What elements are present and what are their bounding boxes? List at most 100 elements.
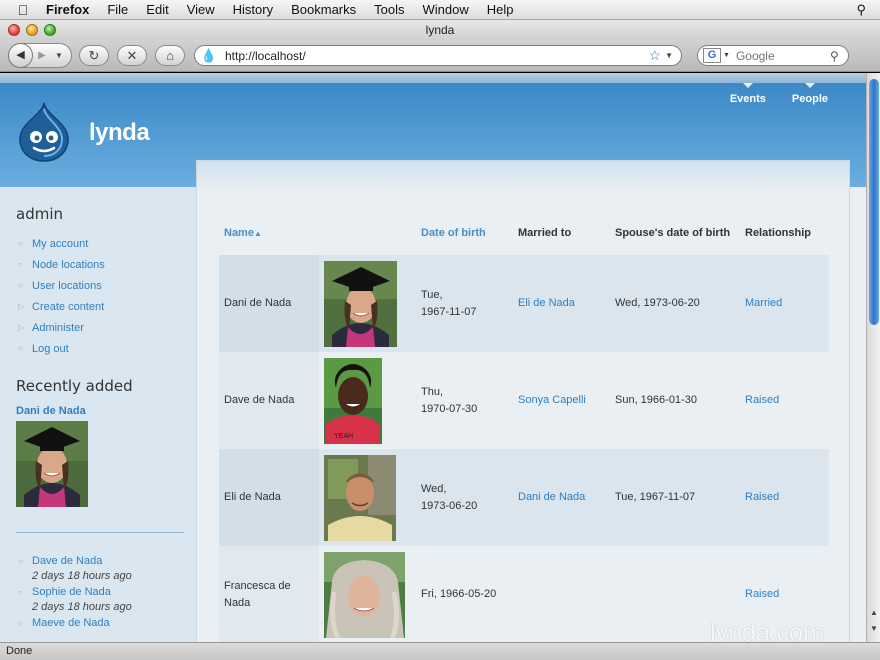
- nav-people[interactable]: People: [792, 83, 828, 105]
- spouse-link[interactable]: Sonya Capelli: [518, 394, 586, 406]
- panel-top-gradient: [197, 161, 849, 189]
- window-titlebar: lynda: [0, 20, 880, 40]
- col-header-name[interactable]: Name▲: [219, 211, 319, 255]
- nav-events[interactable]: Events: [730, 83, 766, 105]
- cell-relationship: Married: [740, 255, 829, 352]
- menu-edit[interactable]: Edit: [137, 2, 177, 17]
- spouse-link[interactable]: Dani de Nada: [518, 491, 585, 503]
- relationship-link[interactable]: Raised: [745, 588, 779, 600]
- menu-item-create-content: ▷ Create content: [18, 296, 196, 317]
- cell-spouse-dob: Wed, 1973-06-20: [615, 297, 700, 309]
- stop-button[interactable]: ✕: [117, 45, 147, 66]
- back-button[interactable]: ◀: [8, 43, 33, 68]
- menu-file[interactable]: File: [98, 2, 137, 17]
- recent-link-sophie[interactable]: Sophie de Nada: [32, 586, 111, 598]
- bullet-icon: ○: [18, 281, 23, 290]
- bookmark-star-icon[interactable]: ☆: [649, 47, 662, 64]
- scrollbar-thumb[interactable]: [869, 79, 879, 325]
- search-input[interactable]: [735, 48, 826, 63]
- url-bar[interactable]: 💧 ☆ ▼: [194, 45, 682, 66]
- bullet-icon: ○: [18, 557, 23, 566]
- table-row: Eli de Nada Wed, 1973-06-20 Dani de Nada…: [219, 449, 829, 546]
- bullet-icon: ○: [18, 619, 23, 628]
- search-bar[interactable]: G ▼ ⚲: [697, 45, 849, 66]
- page-viewport: lynda Events People admin ○ My account ○ N…: [0, 73, 866, 642]
- cell-dob: Wed, 1973-06-20: [416, 449, 513, 546]
- person-photo[interactable]: YEAH: [324, 357, 382, 444]
- user-block-title: admin: [16, 205, 63, 223]
- cell-married: Dani de Nada: [513, 449, 610, 546]
- recent-link-dave[interactable]: Dave de Nada: [32, 555, 102, 567]
- link-log-out[interactable]: Log out: [32, 343, 69, 355]
- google-engine-icon[interactable]: G: [703, 48, 721, 63]
- sidebar-divider: [16, 532, 184, 533]
- relationship-link[interactable]: Married: [745, 297, 782, 309]
- col-header-dob[interactable]: Date of birth: [416, 211, 513, 255]
- menu-bookmarks[interactable]: Bookmarks: [282, 2, 365, 17]
- reload-button[interactable]: ↻: [79, 45, 109, 66]
- history-dropdown-icon[interactable]: ▼: [51, 51, 67, 60]
- cell-photo: [319, 255, 416, 352]
- cell-dob: Tue, 1967-11-07: [416, 255, 513, 352]
- cell-spouse-dob: Sun, 1966-01-30: [615, 394, 697, 406]
- recent-item: ○ Dave de Nada 2 days 18 hours ago: [18, 555, 196, 582]
- status-bar: Done: [0, 642, 880, 660]
- menu-window[interactable]: Window: [414, 2, 478, 17]
- sort-ascending-icon: ▲: [253, 228, 262, 238]
- spotlight-search-icon[interactable]: ⚲: [856, 2, 866, 18]
- menu-item-my-account: ○ My account: [18, 233, 196, 254]
- link-create-content[interactable]: Create content: [32, 301, 104, 313]
- link-user-locations[interactable]: User locations: [32, 280, 102, 292]
- vertical-scrollbar[interactable]: ▲ ▼: [866, 73, 880, 642]
- link-administer[interactable]: Administer: [32, 322, 84, 334]
- bullet-icon: ○: [18, 260, 23, 269]
- menu-app-firefox[interactable]: Firefox: [46, 2, 98, 17]
- forward-button[interactable]: ▶: [33, 50, 51, 61]
- scroll-up-arrow-icon[interactable]: ▲: [867, 608, 880, 617]
- recent-ago: 2 days 18 hours ago: [32, 601, 132, 613]
- col-header-relationship: Relationship: [745, 226, 812, 239]
- dob-date: 1967-11-07: [421, 305, 477, 318]
- cell-married: [513, 546, 610, 642]
- menu-view[interactable]: View: [178, 2, 224, 17]
- cell-photo: YEAH: [319, 352, 416, 449]
- link-node-locations[interactable]: Node locations: [32, 259, 105, 271]
- apple-menu-icon[interactable]: : [0, 2, 46, 18]
- main-content-panel: Name▲ Date of birth Married to Spouse's …: [196, 160, 850, 642]
- dob-date: 1970-07-30: [421, 402, 478, 415]
- cell-relationship: Raised: [740, 352, 829, 449]
- dob-date: 1973-06-20: [421, 499, 478, 512]
- link-my-account[interactable]: My account: [32, 238, 88, 250]
- window-minimize-button[interactable]: [26, 24, 38, 36]
- search-icon[interactable]: ⚲: [830, 49, 839, 63]
- cell-photo: [319, 546, 416, 642]
- drupal-logo-icon[interactable]: [16, 101, 72, 163]
- window-title: lynda: [425, 23, 455, 37]
- site-name[interactable]: lynda: [89, 119, 150, 147]
- cell-name: Francesca de Nada: [219, 546, 319, 642]
- relationship-link[interactable]: Raised: [745, 491, 779, 503]
- url-input[interactable]: [225, 48, 615, 63]
- home-button[interactable]: ⌂: [155, 45, 185, 66]
- cell-spouse-dob: Tue, 1967-11-07: [615, 491, 696, 503]
- url-dropdown-icon[interactable]: ▼: [665, 51, 673, 60]
- menu-history[interactable]: History: [224, 2, 282, 17]
- menu-help[interactable]: Help: [478, 2, 523, 17]
- relationship-link[interactable]: Raised: [745, 394, 779, 406]
- window-zoom-button[interactable]: [44, 24, 56, 36]
- menu-item-log-out: ○ Log out: [18, 338, 196, 359]
- person-photo[interactable]: [324, 551, 405, 638]
- recent-first-photo[interactable]: [16, 421, 88, 507]
- page-top-strip: [0, 73, 866, 83]
- recent-first-link[interactable]: Dani de Nada: [16, 405, 196, 417]
- spouse-link[interactable]: Eli de Nada: [518, 297, 575, 309]
- recent-link-maeve[interactable]: Maeve de Nada: [32, 617, 110, 629]
- scroll-down-arrow-icon[interactable]: ▼: [867, 624, 880, 633]
- person-photo[interactable]: [324, 260, 397, 347]
- search-engine-dropdown-icon[interactable]: ▼: [723, 52, 730, 59]
- menu-tools[interactable]: Tools: [365, 2, 413, 17]
- window-close-button[interactable]: [8, 24, 20, 36]
- cell-photo: [319, 449, 416, 546]
- collapsed-arrow-icon: ▷: [18, 323, 25, 332]
- person-photo[interactable]: [324, 454, 396, 541]
